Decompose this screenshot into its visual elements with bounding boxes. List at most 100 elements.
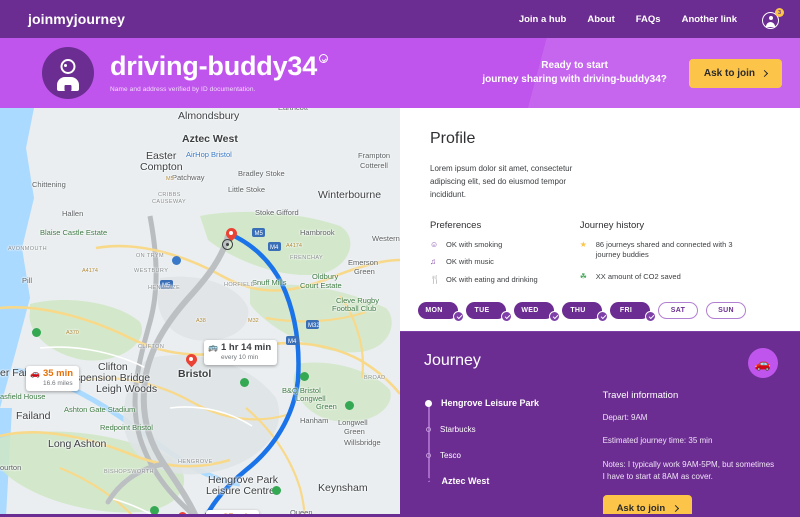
map-label: HENLEAZE bbox=[148, 285, 181, 291]
map-label: Hallen bbox=[62, 209, 84, 218]
map-label: Football Club bbox=[332, 304, 377, 313]
map-pin-icon bbox=[425, 476, 433, 486]
map-label: CRIBBS bbox=[158, 192, 181, 198]
history-journeys-shared: ★ 86 journeys shared and connected with … bbox=[580, 240, 755, 262]
top-navigation-bar: joinmyjourney Join a hub About FAQs Anot… bbox=[0, 0, 800, 38]
map-label: Longwell bbox=[338, 418, 368, 427]
map-label: Leigh Woods bbox=[96, 383, 158, 395]
nav-link-join-a-hub[interactable]: Join a hub bbox=[519, 14, 567, 25]
history-co2-saved: ☘ XX amount of CO2 saved bbox=[580, 272, 755, 283]
map-label: Keynsham bbox=[318, 482, 368, 494]
map-label: Oldbury bbox=[312, 272, 339, 281]
banner-cta: Ready to start journey sharing with driv… bbox=[482, 58, 782, 88]
map-poi-mills[interactable] bbox=[240, 378, 249, 387]
nav-link-faqs[interactable]: FAQs bbox=[636, 14, 661, 25]
map-label: Hambrook bbox=[300, 228, 335, 237]
map-label: Bradley Stoke bbox=[238, 169, 285, 178]
ask-to-join-button-banner[interactable]: Ask to join bbox=[688, 58, 782, 88]
journey-panel-title: Journey bbox=[424, 352, 481, 369]
day-pill-thu[interactable]: THU bbox=[562, 302, 608, 322]
map-label: Emerson bbox=[348, 258, 379, 267]
svg-text:M4: M4 bbox=[270, 245, 279, 251]
journey-notes: Notes: I typically work 9AM-5PM, but som… bbox=[602, 459, 775, 482]
map-label: BROAD bbox=[364, 375, 386, 381]
map-label: Ashton Gate Stadium bbox=[64, 405, 136, 414]
map-badge-transit[interactable]: 🚌 1 hr 14 min every 10 min bbox=[204, 340, 278, 366]
map-poi-castle[interactable] bbox=[32, 328, 41, 337]
map-label: Green bbox=[316, 402, 337, 411]
map-pin-waypoint[interactable] bbox=[183, 351, 200, 369]
map-label: Hanham bbox=[300, 416, 329, 425]
map-poi-oldbury[interactable] bbox=[300, 372, 309, 381]
day-pill-sun[interactable]: SUN bbox=[706, 302, 746, 319]
cutlery-icon: 🍴 bbox=[430, 275, 440, 285]
profile-banner: driving-buddy34 Name and address verifie… bbox=[0, 38, 800, 108]
map-label: Bristol bbox=[178, 368, 212, 380]
map-label: BISHOPSWORTH bbox=[104, 469, 154, 475]
day-pill-mon[interactable]: MON bbox=[418, 302, 464, 322]
preferences-heading: Preferences bbox=[430, 219, 482, 231]
day-pill-fri[interactable]: FRI bbox=[610, 302, 656, 322]
map-label: CLIFTON bbox=[138, 344, 165, 350]
map-badge-drive-top[interactable]: 🚗 35 min 16.6 miles bbox=[26, 366, 80, 392]
map-label: Western bbox=[372, 234, 400, 243]
day-label: THU bbox=[570, 307, 586, 314]
map-label: Almondsbury bbox=[178, 110, 240, 122]
day-pill-tue[interactable]: TUE bbox=[466, 302, 512, 322]
map-label: A4174 bbox=[82, 268, 98, 274]
badge-frequency: every 10 min bbox=[220, 354, 259, 362]
page-root: joinmyjourney Join a hub About FAQs Anot… bbox=[0, 0, 800, 517]
nav-link-about[interactable]: About bbox=[587, 14, 614, 25]
brand-logo[interactable]: joinmyjourney bbox=[28, 11, 125, 27]
map-label: Aztec West bbox=[182, 133, 238, 145]
map-label: Snuff Mills bbox=[252, 278, 287, 287]
estimated-journey-time: Estimated journey time: 35 min bbox=[602, 436, 713, 446]
map-label: FRENCHAY bbox=[290, 255, 324, 261]
nav-links: Join a hub About FAQs Another link 3 bbox=[519, 8, 784, 29]
map-label: CAUSEWAY bbox=[152, 199, 187, 205]
map-label: M5 bbox=[166, 176, 174, 182]
stop-item-tesco: Tesco bbox=[424, 442, 583, 468]
day-check-icon bbox=[453, 311, 464, 322]
nav-link-another-link[interactable]: Another link bbox=[682, 14, 737, 25]
preference-smoking: ☺ OK with smoking bbox=[430, 240, 538, 251]
badge-time: 1 hr 14 min bbox=[220, 342, 272, 353]
banner-text: driving-buddy34 Name and address verifie… bbox=[110, 53, 329, 93]
verified-check-icon bbox=[319, 54, 329, 63]
music-note-icon: ♫ bbox=[430, 257, 436, 267]
map-label: Green bbox=[344, 427, 365, 436]
map-label: Failand bbox=[16, 410, 51, 422]
profile-panel: Profile Lorem ipsum dolor sit amet, cons… bbox=[400, 108, 800, 290]
journey-history-column: Journey history ★ 86 journeys shared and… bbox=[580, 220, 755, 295]
day-pill-wed[interactable]: WED bbox=[514, 302, 560, 322]
route-map[interactable]: M5 M4 M5 M32 M4 Almondsbury Earthcott Azte… bbox=[0, 108, 400, 517]
stop-dot-icon bbox=[425, 399, 432, 407]
verification-note: Name and address verified by ID document… bbox=[110, 86, 256, 93]
preference-music: ♫ OK with music bbox=[430, 257, 538, 268]
map-poi-park[interactable] bbox=[345, 401, 354, 410]
profile-description: Lorem ipsum dolor sit amet, consectetur … bbox=[430, 164, 573, 200]
map-label: A4174 bbox=[286, 243, 302, 249]
journey-history-heading: Journey history bbox=[579, 219, 645, 231]
cta-prompt-line1: Ready to start bbox=[541, 59, 608, 71]
map-label: HENGROVE bbox=[178, 459, 213, 465]
car-icon: 🚗 bbox=[754, 355, 772, 371]
map-label: ON TRYM bbox=[136, 253, 164, 259]
day-label: SUN bbox=[718, 307, 734, 314]
map-label: Redpoint Bristol bbox=[100, 423, 153, 432]
stop-dot-icon bbox=[426, 426, 431, 432]
day-label: MON bbox=[425, 307, 443, 314]
car-icon: 🚗 bbox=[30, 369, 40, 378]
map-marker-aztec-west[interactable] bbox=[222, 239, 233, 250]
map-label: Blaise Castle Estate bbox=[40, 228, 108, 237]
map-poi-bq[interactable] bbox=[272, 486, 281, 495]
map-poi-airhop[interactable] bbox=[172, 256, 181, 265]
account-button[interactable]: 3 bbox=[762, 8, 784, 29]
day-label: TUE bbox=[474, 307, 490, 314]
day-check-icon bbox=[501, 311, 512, 322]
day-pill-sat[interactable]: SAT bbox=[658, 302, 698, 319]
history-label: XX amount of CO2 saved bbox=[595, 272, 681, 282]
journey-panel: Journey 🚗 Hengrove Leisure Park Starbuck… bbox=[400, 332, 800, 517]
map-label: HORFIELD bbox=[224, 282, 256, 288]
day-selector: MON TUE WED THU FRI SAT SUN bbox=[400, 290, 800, 332]
